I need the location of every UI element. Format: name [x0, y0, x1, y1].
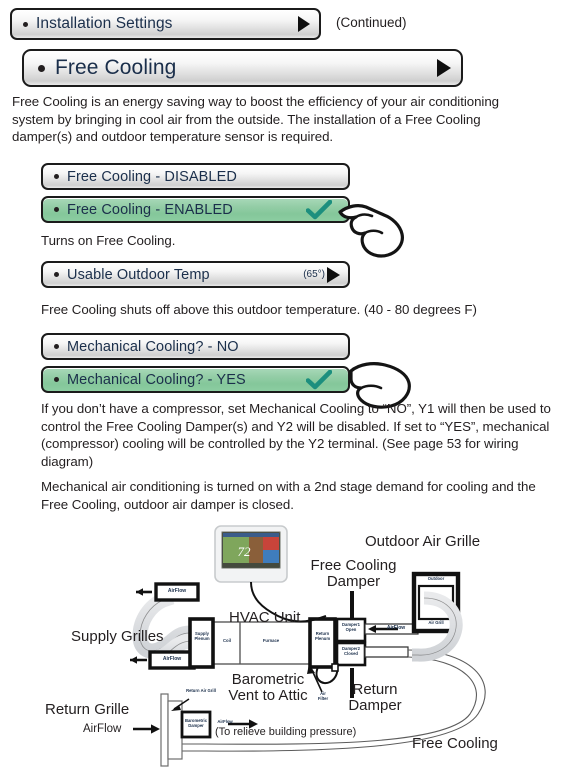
usable-outdoor-temp-label: Usable Outdoor Temp [67, 266, 210, 283]
outdoor-label: Outdoor [427, 576, 445, 581]
hvac-system-diagram: 72 Supply Plenum Coil Furnace Return Ple… [0, 516, 574, 769]
usable-outdoor-temp-note: Free Cooling shuts off above this outdoo… [41, 302, 477, 317]
free-cooling-disabled-label: Free Cooling - DISABLED [67, 168, 237, 185]
supply-grilles-label: Supply Grilles [71, 628, 164, 645]
usable-outdoor-temp-value: (65°) [303, 269, 325, 280]
barometric-damper-label: Barometric Damper [184, 718, 208, 728]
intro-paragraph: Free Cooling is an energy saving way to … [12, 94, 500, 145]
free-cooling-enabled-label: Free Cooling - ENABLED [67, 201, 233, 218]
play-arrow-icon [298, 16, 310, 32]
free-cooling-note: Turns on Free Cooling. [41, 233, 176, 248]
free-cooling-label: Free Cooling [55, 56, 177, 79]
free-cooling-damper-label: Free Cooling Damper [310, 557, 397, 590]
return-grille-label: Return Grille [45, 701, 130, 718]
checkmark-icon [305, 199, 333, 220]
installation-settings-button[interactable]: Installation Settings [10, 8, 321, 40]
coil-label: Coil [223, 638, 231, 643]
bullet-icon [54, 207, 59, 212]
damper1-label: Damper1 Open [342, 622, 360, 632]
supply-plenum-label: Supply Plenum [194, 631, 210, 641]
mechanical-cooling-no-option[interactable]: Mechanical Cooling? - NO [41, 333, 350, 360]
continued-label: (Continued) [336, 15, 407, 30]
relieve-pressure-note: (To relieve building pressure) [215, 726, 357, 738]
barometric-vent-label: Barometric Vent to Attic [228, 671, 308, 704]
bullet-icon [54, 344, 59, 349]
play-arrow-icon [327, 266, 340, 283]
body-paragraph-1: If you don’t have a compressor, set Mech… [41, 401, 551, 469]
body-paragraph-2: Mechanical air conditioning is turned on… [41, 479, 536, 512]
free-cooling-loop-label: Free Cooling [412, 735, 498, 752]
bullet-icon [54, 377, 59, 382]
bullet-icon [23, 21, 28, 27]
manual-page: Installation Settings (Continued) Free C… [0, 0, 574, 769]
free-cooling-disabled-option[interactable]: Free Cooling - DISABLED [41, 163, 350, 190]
bullet-icon [54, 174, 59, 179]
usable-outdoor-temp-option[interactable]: Usable Outdoor Temp (65°) [41, 261, 350, 288]
airflow-label-outdoor: AirFlow [386, 625, 406, 631]
furnace-label: Furnace [262, 638, 280, 643]
airflow-label-supply-top: AirFlow [167, 588, 187, 594]
svg-text:72: 72 [238, 544, 252, 559]
free-cooling-button[interactable]: Free Cooling [22, 49, 463, 87]
installation-settings-label: Installation Settings [36, 15, 173, 32]
outdoor-air-grille-label: Outdoor Air Grille [365, 533, 481, 550]
checkmark-icon [305, 369, 333, 390]
return-damper-label: Return Damper [348, 681, 402, 714]
air-grill-label: Air Grill [428, 620, 444, 625]
mechanical-cooling-yes-option[interactable]: Mechanical Cooling? - YES [41, 366, 350, 393]
bullet-icon [38, 64, 45, 72]
free-cooling-enabled-option[interactable]: Free Cooling - ENABLED [41, 196, 350, 223]
damper2-label: Damper2 Closed [342, 646, 360, 656]
play-arrow-icon [437, 59, 451, 77]
bullet-icon [54, 272, 59, 277]
airflow-label-supply-bottom: AirFlow [162, 656, 182, 662]
hvac-unit-label: HVAC Unit [229, 609, 301, 626]
mechanical-cooling-yes-label: Mechanical Cooling? - YES [67, 371, 246, 388]
return-plenum-label: Return Plenum [314, 631, 331, 641]
mechanical-cooling-no-label: Mechanical Cooling? - NO [67, 338, 239, 355]
airflow-return-label: AirFlow [83, 723, 122, 735]
